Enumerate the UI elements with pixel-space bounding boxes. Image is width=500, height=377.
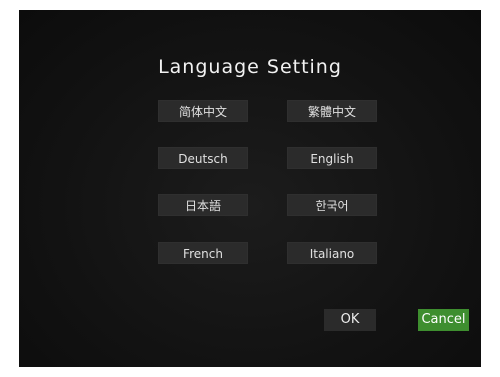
- cancel-button[interactable]: Cancel: [418, 309, 469, 331]
- language-option-japanese[interactable]: 日本語: [158, 194, 248, 216]
- language-option-english[interactable]: English: [287, 147, 377, 169]
- language-option-italiano[interactable]: Italiano: [287, 242, 377, 264]
- ok-button[interactable]: OK: [324, 309, 376, 331]
- language-option-french[interactable]: French: [158, 242, 248, 264]
- language-option-traditional-chinese[interactable]: 繁體中文: [287, 100, 377, 122]
- language-option-deutsch[interactable]: Deutsch: [158, 147, 248, 169]
- page-title: Language Setting: [158, 56, 342, 78]
- language-option-simplified-chinese[interactable]: 简体中文: [158, 100, 248, 122]
- language-setting-dialog: Language Setting 简体中文 繁體中文 Deutsch Engli…: [19, 10, 481, 367]
- language-option-korean[interactable]: 한국어: [287, 194, 377, 216]
